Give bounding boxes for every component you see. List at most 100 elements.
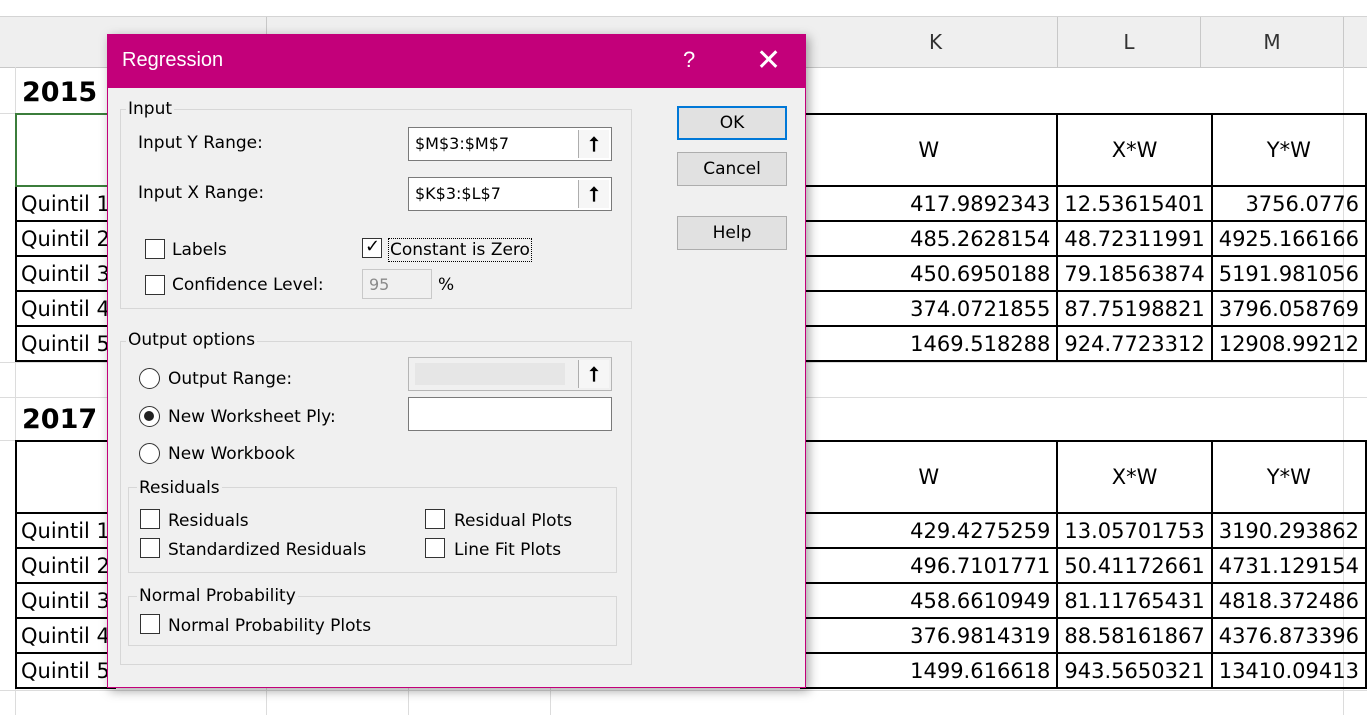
standardized-residuals-label[interactable]: Standardized Residuals xyxy=(168,540,366,560)
cell[interactable]: 376.9814319 xyxy=(799,617,1059,654)
residuals-checkbox[interactable] xyxy=(140,509,160,529)
cell[interactable]: 943.5650321 xyxy=(1056,652,1213,689)
cell[interactable]: 12.53615401 xyxy=(1056,185,1213,222)
year-label-2015: 2015 xyxy=(22,77,98,108)
cell[interactable]: 79.18563874 xyxy=(1056,255,1213,292)
selected-cell[interactable] xyxy=(15,113,116,187)
column-header-m[interactable]: M xyxy=(1201,17,1344,67)
cell[interactable]: 4925.166166 xyxy=(1210,220,1367,257)
row-label[interactable]: Quintil 4 xyxy=(15,290,116,327)
help-button[interactable]: Help xyxy=(677,216,787,250)
cell[interactable]: 417.9892343 xyxy=(799,185,1059,222)
cell[interactable]: 12908.99212 xyxy=(1210,325,1367,362)
cancel-button[interactable]: Cancel xyxy=(677,152,787,186)
collapse-dialog-icon[interactable]: ⭡ xyxy=(578,360,609,388)
row-label[interactable]: Quintil 3 xyxy=(15,582,116,619)
collapse-dialog-icon[interactable]: ⭡ xyxy=(578,130,609,158)
row-label[interactable]: Quintil 4 xyxy=(15,617,116,654)
confidence-level-field[interactable]: 95 xyxy=(362,269,432,299)
row-label[interactable]: Quintil 1 xyxy=(15,185,116,222)
cell[interactable]: 374.0721855 xyxy=(799,290,1059,327)
dialog-titlebar[interactable]: Regression ? ✕ xyxy=(108,35,805,88)
header-yw[interactable]: Y*W xyxy=(1210,113,1367,187)
residuals-group-label: Residuals xyxy=(137,478,222,498)
row-label[interactable]: Quintil 5 xyxy=(15,325,116,362)
row-label[interactable]: Quintil 2 xyxy=(15,220,116,257)
residuals-label[interactable]: Residuals xyxy=(168,511,249,531)
output-range-field[interactable]: ⭡ xyxy=(408,357,612,391)
line-fit-plots-label[interactable]: Line Fit Plots xyxy=(454,540,561,560)
header-yw[interactable]: Y*W xyxy=(1210,440,1367,514)
collapse-dialog-icon[interactable]: ⭡ xyxy=(578,180,609,208)
cell[interactable]: 924.7723312 xyxy=(1056,325,1213,362)
cell[interactable]: 4731.129154 xyxy=(1210,547,1367,584)
new-workbook-label[interactable]: New Workbook xyxy=(168,444,295,464)
row-label[interactable]: Quintil 2 xyxy=(15,547,116,584)
output-range-disabled-fill xyxy=(415,363,565,385)
cell[interactable]: 485.2628154 xyxy=(799,220,1059,257)
normal-probability-plots-checkbox[interactable] xyxy=(140,614,160,634)
cell[interactable]: 1499.616618 xyxy=(799,652,1059,689)
constant-is-zero-checkbox[interactable] xyxy=(362,236,382,258)
cell[interactable]: 13410.09413 xyxy=(1210,652,1367,689)
cell[interactable]: 48.72311991 xyxy=(1056,220,1213,257)
help-icon[interactable]: ? xyxy=(683,47,695,73)
line-fit-plots-checkbox[interactable] xyxy=(425,538,445,558)
table-2015: W X*W Y*W 417.9892343 12.53615401 3756.077… xyxy=(799,113,1367,362)
regression-dialog: Regression ? ✕ Input Input Y Range: $M$3… xyxy=(107,34,806,688)
column-header-k[interactable]: K xyxy=(814,17,1058,67)
row-label[interactable]: Quintil 3 xyxy=(15,255,116,292)
input-x-label: Input X Range: xyxy=(138,183,265,203)
output-range-label[interactable]: Output Range: xyxy=(168,369,292,389)
cell[interactable]: 13.05701753 xyxy=(1056,512,1213,549)
ok-button[interactable]: OK xyxy=(677,106,787,140)
cell[interactable]: 3190.293862 xyxy=(1210,512,1367,549)
constant-is-zero-label[interactable]: Constant is Zero xyxy=(388,238,532,262)
confidence-level-label[interactable]: Confidence Level: xyxy=(172,275,324,295)
cell[interactable]: 4376.873396 xyxy=(1210,617,1367,654)
cell[interactable]: 3796.058769 xyxy=(1210,290,1367,327)
residual-plots-label[interactable]: Residual Plots xyxy=(454,511,572,531)
normal-probability-group-label: Normal Probability xyxy=(137,586,298,606)
row-labels-2015: Quintil 1 Quintil 2 Quintil 3 Quintil 4 … xyxy=(15,113,116,362)
cell[interactable]: 1469.518288 xyxy=(799,325,1059,362)
year-label-2017: 2017 xyxy=(22,404,98,435)
cell[interactable]: 496.7101771 xyxy=(799,547,1059,584)
confidence-level-checkbox[interactable] xyxy=(145,275,165,295)
normal-probability-plots-label[interactable]: Normal Probability Plots xyxy=(168,616,371,636)
cell[interactable]: 458.6610949 xyxy=(799,582,1059,619)
cell[interactable]: 50.41172661 xyxy=(1056,547,1213,584)
header-w[interactable]: W xyxy=(801,113,1059,187)
row-label[interactable]: Quintil 5 xyxy=(15,652,116,689)
header-xw[interactable]: X*W xyxy=(1056,440,1213,514)
labels-label[interactable]: Labels xyxy=(172,240,227,260)
cell[interactable]: 88.58161867 xyxy=(1056,617,1213,654)
new-worksheet-ply-field[interactable] xyxy=(408,397,612,431)
cell[interactable]: 87.75198821 xyxy=(1056,290,1213,327)
header-w[interactable]: W xyxy=(801,440,1059,514)
header-xw[interactable]: X*W xyxy=(1056,113,1213,187)
cell[interactable]: 5191.981056 xyxy=(1210,255,1367,292)
input-x-value: $K$3:$L$7 xyxy=(415,184,501,203)
input-y-label: Input Y Range: xyxy=(138,133,263,153)
cell[interactable]: 450.6950188 xyxy=(799,255,1059,292)
standardized-residuals-checkbox[interactable] xyxy=(140,538,160,558)
input-y-value: $M$3:$M$7 xyxy=(415,134,510,153)
cell[interactable]: 81.11765431 xyxy=(1056,582,1213,619)
input-x-range-field[interactable]: $K$3:$L$7 ⭡ xyxy=(408,177,612,211)
new-worksheet-ply-label[interactable]: New Worksheet Ply: xyxy=(168,407,336,427)
output-range-radio[interactable] xyxy=(139,368,160,389)
new-worksheet-ply-radio[interactable] xyxy=(139,406,160,427)
row-label[interactable]: Quintil 1 xyxy=(15,512,116,549)
close-icon[interactable]: ✕ xyxy=(756,43,781,78)
column-header-l[interactable]: L xyxy=(1058,17,1201,67)
header-cell[interactable] xyxy=(15,440,116,514)
residual-plots-checkbox[interactable] xyxy=(425,509,445,529)
input-y-range-field[interactable]: $M$3:$M$7 ⭡ xyxy=(408,127,612,161)
cell[interactable]: 3756.0776 xyxy=(1210,185,1367,222)
labels-checkbox[interactable] xyxy=(145,239,165,259)
new-workbook-radio[interactable] xyxy=(139,443,160,464)
cell[interactable]: 429.4275259 xyxy=(799,512,1059,549)
row-labels-2017: Quintil 1 Quintil 2 Quintil 3 Quintil 4 … xyxy=(15,440,116,689)
cell[interactable]: 4818.372486 xyxy=(1210,582,1367,619)
